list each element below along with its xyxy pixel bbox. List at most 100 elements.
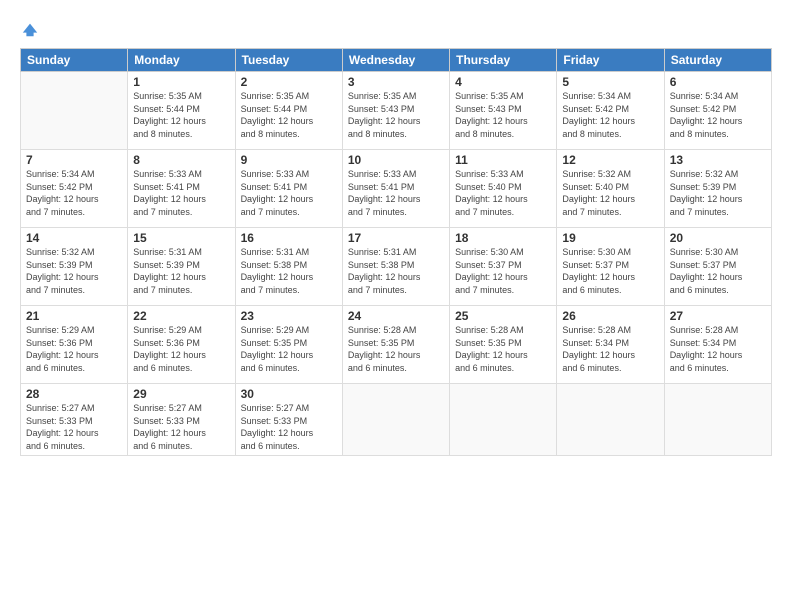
calendar-cell: 9Sunrise: 5:33 AM Sunset: 5:41 PM Daylig… [235, 150, 342, 228]
calendar-cell: 23Sunrise: 5:29 AM Sunset: 5:35 PM Dayli… [235, 306, 342, 384]
day-number: 15 [133, 231, 229, 245]
day-number: 30 [241, 387, 337, 401]
calendar-cell [21, 72, 128, 150]
col-header-thursday: Thursday [450, 49, 557, 72]
day-content: Sunrise: 5:33 AM Sunset: 5:41 PM Dayligh… [241, 168, 337, 218]
header-row: SundayMondayTuesdayWednesdayThursdayFrid… [21, 49, 772, 72]
calendar-cell: 25Sunrise: 5:28 AM Sunset: 5:35 PM Dayli… [450, 306, 557, 384]
day-content: Sunrise: 5:30 AM Sunset: 5:37 PM Dayligh… [455, 246, 551, 296]
calendar-cell: 2Sunrise: 5:35 AM Sunset: 5:44 PM Daylig… [235, 72, 342, 150]
day-content: Sunrise: 5:35 AM Sunset: 5:43 PM Dayligh… [455, 90, 551, 140]
calendar-cell: 11Sunrise: 5:33 AM Sunset: 5:40 PM Dayli… [450, 150, 557, 228]
calendar-cell: 10Sunrise: 5:33 AM Sunset: 5:41 PM Dayli… [342, 150, 449, 228]
day-number: 4 [455, 75, 551, 89]
calendar-cell [450, 384, 557, 456]
day-number: 16 [241, 231, 337, 245]
day-number: 10 [348, 153, 444, 167]
calendar-cell: 6Sunrise: 5:34 AM Sunset: 5:42 PM Daylig… [664, 72, 771, 150]
logo [20, 22, 39, 38]
col-header-sunday: Sunday [21, 49, 128, 72]
week-row-3: 14Sunrise: 5:32 AM Sunset: 5:39 PM Dayli… [21, 228, 772, 306]
col-header-saturday: Saturday [664, 49, 771, 72]
col-header-friday: Friday [557, 49, 664, 72]
day-number: 22 [133, 309, 229, 323]
day-number: 3 [348, 75, 444, 89]
day-content: Sunrise: 5:27 AM Sunset: 5:33 PM Dayligh… [26, 402, 122, 452]
calendar-cell: 22Sunrise: 5:29 AM Sunset: 5:36 PM Dayli… [128, 306, 235, 384]
day-content: Sunrise: 5:34 AM Sunset: 5:42 PM Dayligh… [26, 168, 122, 218]
day-number: 28 [26, 387, 122, 401]
calendar-cell: 5Sunrise: 5:34 AM Sunset: 5:42 PM Daylig… [557, 72, 664, 150]
calendar-table: SundayMondayTuesdayWednesdayThursdayFrid… [20, 48, 772, 456]
calendar-cell: 21Sunrise: 5:29 AM Sunset: 5:36 PM Dayli… [21, 306, 128, 384]
day-content: Sunrise: 5:28 AM Sunset: 5:34 PM Dayligh… [670, 324, 766, 374]
calendar-cell: 7Sunrise: 5:34 AM Sunset: 5:42 PM Daylig… [21, 150, 128, 228]
calendar-cell: 29Sunrise: 5:27 AM Sunset: 5:33 PM Dayli… [128, 384, 235, 456]
day-content: Sunrise: 5:32 AM Sunset: 5:39 PM Dayligh… [26, 246, 122, 296]
calendar-cell: 3Sunrise: 5:35 AM Sunset: 5:43 PM Daylig… [342, 72, 449, 150]
day-number: 17 [348, 231, 444, 245]
header [20, 18, 772, 38]
week-row-5: 28Sunrise: 5:27 AM Sunset: 5:33 PM Dayli… [21, 384, 772, 456]
day-content: Sunrise: 5:34 AM Sunset: 5:42 PM Dayligh… [562, 90, 658, 140]
day-number: 8 [133, 153, 229, 167]
col-header-monday: Monday [128, 49, 235, 72]
calendar-cell: 19Sunrise: 5:30 AM Sunset: 5:37 PM Dayli… [557, 228, 664, 306]
day-content: Sunrise: 5:29 AM Sunset: 5:35 PM Dayligh… [241, 324, 337, 374]
day-content: Sunrise: 5:35 AM Sunset: 5:44 PM Dayligh… [133, 90, 229, 140]
calendar-cell: 15Sunrise: 5:31 AM Sunset: 5:39 PM Dayli… [128, 228, 235, 306]
day-number: 5 [562, 75, 658, 89]
calendar-cell [342, 384, 449, 456]
week-row-1: 1Sunrise: 5:35 AM Sunset: 5:44 PM Daylig… [21, 72, 772, 150]
day-content: Sunrise: 5:30 AM Sunset: 5:37 PM Dayligh… [670, 246, 766, 296]
day-number: 11 [455, 153, 551, 167]
calendar-cell: 12Sunrise: 5:32 AM Sunset: 5:40 PM Dayli… [557, 150, 664, 228]
calendar-cell: 27Sunrise: 5:28 AM Sunset: 5:34 PM Dayli… [664, 306, 771, 384]
day-content: Sunrise: 5:30 AM Sunset: 5:37 PM Dayligh… [562, 246, 658, 296]
day-content: Sunrise: 5:33 AM Sunset: 5:41 PM Dayligh… [133, 168, 229, 218]
day-content: Sunrise: 5:27 AM Sunset: 5:33 PM Dayligh… [241, 402, 337, 452]
calendar-cell: 26Sunrise: 5:28 AM Sunset: 5:34 PM Dayli… [557, 306, 664, 384]
calendar-cell: 18Sunrise: 5:30 AM Sunset: 5:37 PM Dayli… [450, 228, 557, 306]
day-number: 18 [455, 231, 551, 245]
day-number: 29 [133, 387, 229, 401]
day-content: Sunrise: 5:35 AM Sunset: 5:43 PM Dayligh… [348, 90, 444, 140]
day-content: Sunrise: 5:29 AM Sunset: 5:36 PM Dayligh… [26, 324, 122, 374]
day-number: 23 [241, 309, 337, 323]
col-header-wednesday: Wednesday [342, 49, 449, 72]
day-content: Sunrise: 5:35 AM Sunset: 5:44 PM Dayligh… [241, 90, 337, 140]
calendar-cell: 24Sunrise: 5:28 AM Sunset: 5:35 PM Dayli… [342, 306, 449, 384]
calendar-cell: 4Sunrise: 5:35 AM Sunset: 5:43 PM Daylig… [450, 72, 557, 150]
week-row-2: 7Sunrise: 5:34 AM Sunset: 5:42 PM Daylig… [21, 150, 772, 228]
day-content: Sunrise: 5:31 AM Sunset: 5:38 PM Dayligh… [348, 246, 444, 296]
col-header-tuesday: Tuesday [235, 49, 342, 72]
day-content: Sunrise: 5:33 AM Sunset: 5:40 PM Dayligh… [455, 168, 551, 218]
day-content: Sunrise: 5:32 AM Sunset: 5:40 PM Dayligh… [562, 168, 658, 218]
day-number: 14 [26, 231, 122, 245]
day-content: Sunrise: 5:28 AM Sunset: 5:35 PM Dayligh… [348, 324, 444, 374]
day-number: 1 [133, 75, 229, 89]
calendar-cell: 8Sunrise: 5:33 AM Sunset: 5:41 PM Daylig… [128, 150, 235, 228]
day-content: Sunrise: 5:33 AM Sunset: 5:41 PM Dayligh… [348, 168, 444, 218]
day-number: 25 [455, 309, 551, 323]
day-content: Sunrise: 5:34 AM Sunset: 5:42 PM Dayligh… [670, 90, 766, 140]
calendar-cell: 28Sunrise: 5:27 AM Sunset: 5:33 PM Dayli… [21, 384, 128, 456]
calendar-cell: 30Sunrise: 5:27 AM Sunset: 5:33 PM Dayli… [235, 384, 342, 456]
day-content: Sunrise: 5:28 AM Sunset: 5:34 PM Dayligh… [562, 324, 658, 374]
calendar-cell: 17Sunrise: 5:31 AM Sunset: 5:38 PM Dayli… [342, 228, 449, 306]
day-content: Sunrise: 5:32 AM Sunset: 5:39 PM Dayligh… [670, 168, 766, 218]
day-content: Sunrise: 5:29 AM Sunset: 5:36 PM Dayligh… [133, 324, 229, 374]
day-content: Sunrise: 5:28 AM Sunset: 5:35 PM Dayligh… [455, 324, 551, 374]
calendar-cell: 1Sunrise: 5:35 AM Sunset: 5:44 PM Daylig… [128, 72, 235, 150]
day-content: Sunrise: 5:31 AM Sunset: 5:38 PM Dayligh… [241, 246, 337, 296]
calendar-cell: 16Sunrise: 5:31 AM Sunset: 5:38 PM Dayli… [235, 228, 342, 306]
day-number: 2 [241, 75, 337, 89]
day-number: 6 [670, 75, 766, 89]
day-number: 20 [670, 231, 766, 245]
day-number: 7 [26, 153, 122, 167]
page: SundayMondayTuesdayWednesdayThursdayFrid… [0, 0, 792, 612]
day-number: 24 [348, 309, 444, 323]
day-number: 27 [670, 309, 766, 323]
calendar-cell [664, 384, 771, 456]
day-number: 21 [26, 309, 122, 323]
